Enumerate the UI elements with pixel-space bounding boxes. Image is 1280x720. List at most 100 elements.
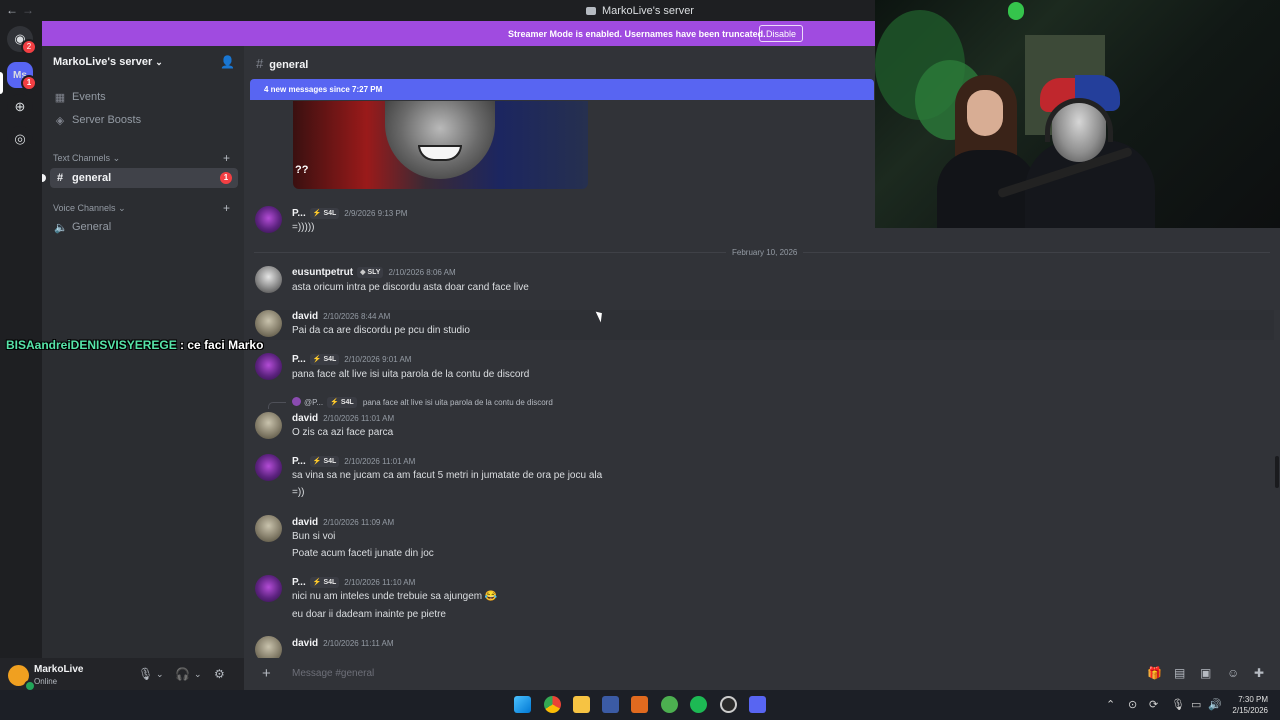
sidebar-item-server-boosts[interactable]: ◈ Server Boosts bbox=[50, 110, 238, 130]
gift-icon[interactable]: 🎁 bbox=[1147, 666, 1162, 680]
reply-avatar bbox=[292, 397, 301, 406]
overlay-username: BISAandreiDENISVISYEREGE bbox=[6, 338, 177, 352]
chrome-icon[interactable] bbox=[544, 696, 561, 713]
server-button-markolive[interactable]: Ms 1 bbox=[7, 62, 37, 91]
avatar[interactable] bbox=[255, 266, 282, 293]
webcam-overlay bbox=[875, 0, 1280, 228]
avatar[interactable] bbox=[255, 454, 282, 481]
message-text: Poate acum faceti junate din joc bbox=[292, 548, 434, 559]
message-author[interactable]: david bbox=[292, 517, 318, 528]
message-input[interactable]: Message #general bbox=[292, 668, 374, 679]
voice-channel-general[interactable]: 🔈 General bbox=[50, 217, 238, 237]
channel-label: General bbox=[72, 221, 112, 233]
avatar[interactable] bbox=[255, 206, 282, 233]
mention-badge: 1 bbox=[220, 172, 232, 184]
clan-icon: ◆ bbox=[360, 269, 366, 276]
message-header: eusuntpetrut ◆ SLY 2/10/2026 8:06 AM bbox=[292, 267, 456, 278]
add-server-icon[interactable]: ⊕ bbox=[7, 94, 33, 120]
apps-icon[interactable]: ✚ bbox=[1254, 666, 1264, 680]
chevron-down-icon[interactable]: ⌄ bbox=[194, 669, 202, 680]
emoji-icon[interactable]: ☺ bbox=[1227, 666, 1239, 680]
windows-start-icon[interactable] bbox=[514, 696, 531, 713]
volume-icon[interactable]: 🔊 bbox=[1208, 698, 1222, 711]
clock[interactable]: 7:30 PM 2/15/2026 bbox=[1228, 694, 1268, 716]
reply-text: pana face alt live isi uita parola de la… bbox=[362, 398, 553, 407]
message-header: david 2/10/2026 8:44 AM bbox=[292, 311, 390, 322]
message-author[interactable]: P... bbox=[292, 208, 306, 219]
monitor-icon[interactable]: ▭ bbox=[1191, 698, 1201, 711]
gif-icon[interactable]: ▤ bbox=[1174, 666, 1185, 680]
clock-time: 7:30 PM bbox=[1238, 695, 1268, 704]
folder-icon[interactable] bbox=[573, 696, 590, 713]
explore-icon[interactable]: ◎ bbox=[7, 126, 33, 152]
server-header[interactable]: MarkoLive's server ⌄ 👤 bbox=[42, 46, 244, 79]
message-time: 2/10/2026 11:10 AM bbox=[344, 578, 416, 587]
message-author[interactable]: P... bbox=[292, 456, 306, 467]
bolt-icon: ⚡ bbox=[312, 458, 322, 465]
message-header: P... ⚡ S4L 2/10/2026 11:10 AM bbox=[292, 577, 415, 588]
chevron-down-icon[interactable]: ⌄ bbox=[156, 669, 164, 680]
mushroom-icon bbox=[1008, 2, 1024, 20]
date-divider-label: February 10, 2026 bbox=[726, 248, 804, 257]
invite-people-icon[interactable]: 👤 bbox=[220, 55, 235, 69]
taskbar: ⌃ ⊙ ⟳ 🎙 ▭ 🔊 7:30 PM 2/15/2026 bbox=[0, 690, 1280, 720]
reply-preview[interactable]: @P... ⚡ S4L pana face alt live isi uita pa… bbox=[292, 397, 553, 408]
avatar[interactable] bbox=[255, 575, 282, 602]
message-text: =))))) bbox=[292, 222, 315, 233]
microphone-icon[interactable]: 🎙 bbox=[138, 667, 153, 681]
message-text: =)) bbox=[292, 487, 305, 498]
sidebar-item-events[interactable]: ▦ Events bbox=[50, 87, 238, 107]
category-voice-channels[interactable]: Voice Channels ⌄ + bbox=[53, 201, 230, 215]
headphones-icon[interactable]: 🎧 bbox=[175, 667, 190, 681]
message-author[interactable]: david bbox=[292, 311, 318, 322]
discord-icon[interactable] bbox=[749, 696, 766, 713]
avatar[interactable] bbox=[255, 515, 282, 542]
brave-icon[interactable] bbox=[631, 696, 648, 713]
selected-server-indicator bbox=[0, 72, 3, 94]
message-text: nici nu am inteles unde trebuie sa ajung… bbox=[292, 591, 498, 602]
message-author[interactable]: P... bbox=[292, 354, 306, 365]
obs-icon[interactable] bbox=[720, 696, 737, 713]
message-author[interactable]: david bbox=[292, 638, 318, 649]
clock-date: 2/15/2026 bbox=[1232, 706, 1268, 715]
avatar[interactable] bbox=[255, 412, 282, 439]
chevron-down-icon: ⌄ bbox=[155, 57, 163, 67]
category-text-channels[interactable]: Text Channels ⌄ + bbox=[53, 151, 230, 165]
create-channel-icon[interactable]: + bbox=[223, 201, 230, 215]
tag-text: SLY bbox=[367, 269, 381, 276]
direct-messages-button[interactable]: ◉ 2 bbox=[7, 26, 37, 55]
message-text: Pai da ca are discordu pe pcu din studio bbox=[292, 325, 470, 336]
sync-icon[interactable]: ⟳ bbox=[1149, 698, 1158, 711]
sticker-icon[interactable]: ▣ bbox=[1200, 666, 1211, 680]
channel-title: general bbox=[269, 59, 309, 71]
bolt-icon: ⚡ bbox=[312, 579, 322, 586]
clan-tag: ⚡ S4L bbox=[327, 397, 357, 408]
spotify-icon[interactable] bbox=[690, 696, 707, 713]
gear-icon[interactable]: ⚙ bbox=[214, 667, 225, 681]
speaker-icon: 🔈 bbox=[54, 221, 68, 234]
microphone-icon[interactable]: 🎙 bbox=[1171, 698, 1185, 711]
calendar-icon: ▦ bbox=[54, 91, 66, 104]
window-title-text: MarkoLive's server bbox=[602, 5, 694, 17]
app-icon[interactable] bbox=[602, 696, 619, 713]
message-author[interactable]: david bbox=[292, 413, 318, 424]
message-text: pana face alt live isi uita parola de la… bbox=[292, 369, 530, 380]
disable-button[interactable]: Disable bbox=[759, 25, 804, 42]
tray-icon[interactable]: ⊙ bbox=[1128, 698, 1137, 711]
user-name[interactable]: MarkoLive bbox=[34, 664, 83, 675]
message-time: 2/10/2026 9:01 AM bbox=[344, 355, 412, 364]
new-messages-bar[interactable]: 4 new messages since 7:27 PM bbox=[250, 79, 874, 100]
image-caption: ?? bbox=[295, 164, 309, 176]
message-header: david 2/10/2026 11:11 AM bbox=[292, 638, 394, 649]
avatar[interactable] bbox=[255, 310, 282, 337]
create-channel-icon[interactable]: + bbox=[223, 151, 230, 165]
scrollbar[interactable] bbox=[1275, 456, 1279, 488]
channel-general[interactable]: # general 1 bbox=[42, 168, 238, 188]
utorrent-icon[interactable] bbox=[661, 696, 678, 713]
avatar[interactable] bbox=[255, 353, 282, 380]
image-attachment[interactable]: ?? bbox=[293, 101, 588, 189]
message-author[interactable]: eusuntpetrut bbox=[292, 267, 353, 278]
add-attachment-icon[interactable]: + bbox=[262, 665, 271, 682]
chevron-up-icon[interactable]: ⌃ bbox=[1106, 698, 1115, 711]
message-author[interactable]: P... bbox=[292, 577, 306, 588]
